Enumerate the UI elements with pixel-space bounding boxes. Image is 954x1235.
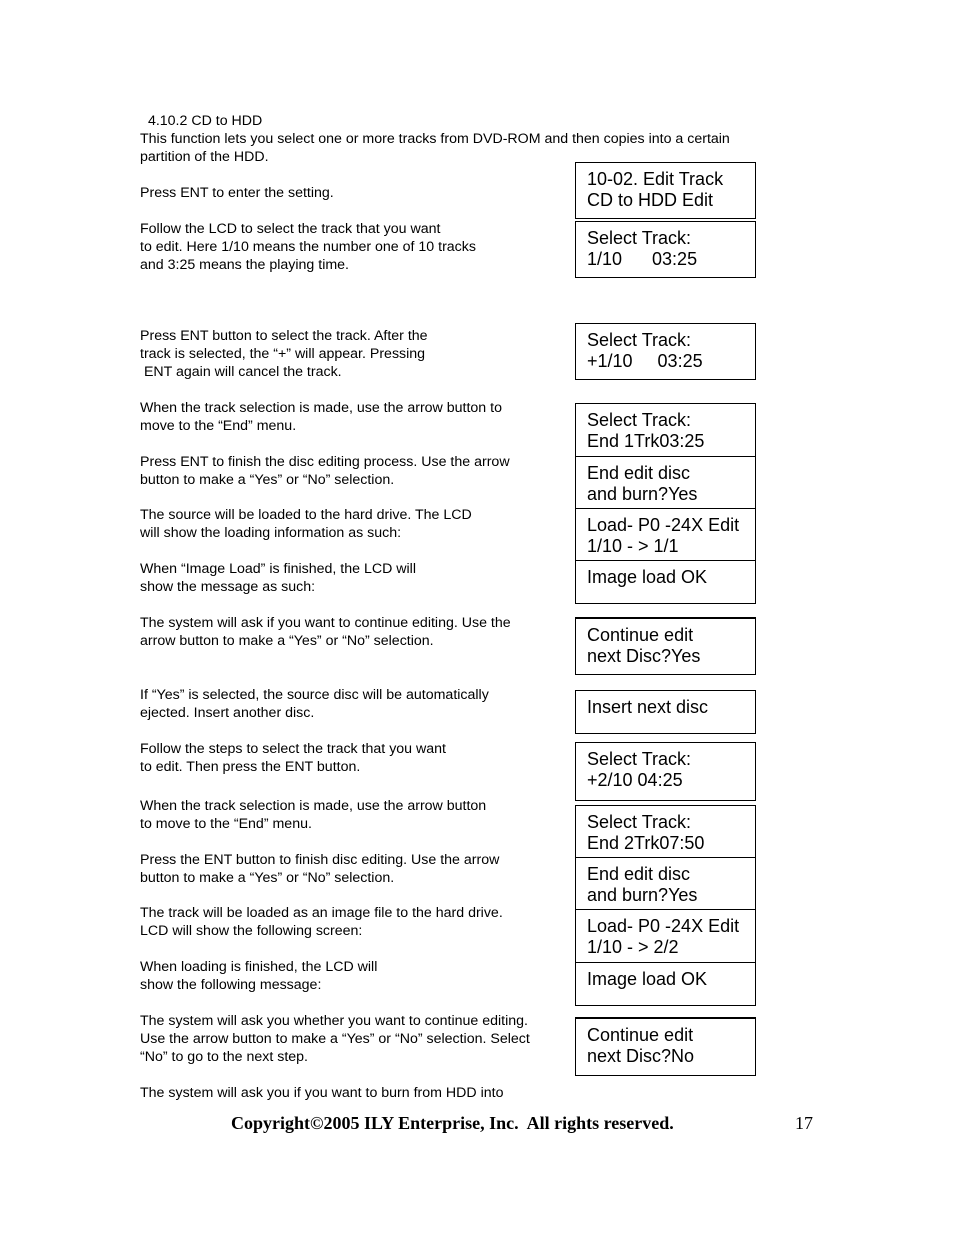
lcd-cell: 10-02. Edit Track CD to HDD Edit [587,169,724,210]
section-heading: 4.10.2 CD to HDD [144,113,263,129]
lcd-cell: Select Track: 1/10 03:25 [587,228,698,269]
lcd-cell: Select Track: End 1Trk03:25 [576,404,755,457]
instruction-paragraph: The system will ask if you want to conti… [140,615,511,649]
lcd-cell: Image load OK [587,567,708,587]
instruction-paragraph: The system will ask you whether you want… [140,1013,530,1065]
lcd-cell: Continue edit next Disc?No [587,1025,695,1066]
lcd-screen-track-selected-2: Select Track: +2/10 04:25 [575,742,756,801]
lcd-cell: Image load OK [587,969,708,989]
page-number: 17 [795,1113,813,1133]
lcd-screen-continue-no: Continue edit next Disc?No [575,1017,756,1076]
lcd-screen-edit-track: 10-02. Edit Track CD to HDD Edit [575,162,756,219]
instruction-paragraph: Follow the steps to select the track tha… [140,741,446,775]
section-intro: This function lets you select one or mor… [140,131,730,165]
lcd-cell: Continue edit next Disc?Yes [587,625,701,666]
instruction-paragraph: Press ENT to enter the setting. [140,185,334,201]
lcd-cell: Load- P0 -24X Edit 1/10 - > 2/2 [576,910,755,963]
lcd-screen-continue-yes: Continue edit next Disc?Yes [575,617,756,675]
instruction-paragraph: Press the ENT button to finish disc edit… [140,852,500,886]
instruction-paragraph: When loading is finished, the LCD will s… [140,959,378,993]
instruction-paragraph: If “Yes” is selected, the source disc wi… [140,687,489,721]
instruction-paragraph: When “Image Load” is finished, the LCD w… [140,561,416,595]
instruction-paragraph: Press ENT button to select the track. Af… [140,328,428,380]
lcd-screen-track-selected: Select Track: +1/10 03:25 [575,323,756,380]
lcd-screen-select-track: Select Track: 1/10 03:25 [575,221,756,278]
instruction-paragraph: The source will be loaded to the hard dr… [140,507,472,541]
lcd-cell: End edit disc and burn?Yes [576,858,755,910]
copyright-footer: Copyright©2005 ILY Enterprise, Inc. All … [231,1113,674,1133]
lcd-screen-group-1: Select Track: End 1Trk03:25 End edit dis… [575,403,756,604]
lcd-cell: Select Track: +1/10 03:25 [587,330,703,371]
instruction-paragraph: Press ENT to finish the disc editing pro… [140,454,510,488]
lcd-cell: Insert next disc [587,697,709,717]
instruction-paragraph: The track will be loaded as an image fil… [140,905,503,939]
instruction-paragraph: Follow the LCD to select the track that … [140,221,476,273]
instruction-paragraph: When the track selection is made, use th… [140,798,487,832]
lcd-screen-group-2: Select Track: End 2Trk07:50 End edit dis… [575,805,756,1006]
instruction-paragraph: The system will ask you if you want to b… [140,1085,504,1101]
lcd-screen-insert-next-disc: Insert next disc [575,690,756,734]
lcd-cell: Select Track: End 2Trk07:50 [576,806,755,858]
lcd-cell: Select Track: +2/10 04:25 [587,749,692,790]
lcd-cell: Load- P0 -24X Edit 1/10 - > 1/1 [576,509,755,561]
instruction-paragraph: When the track selection is made, use th… [140,400,502,434]
lcd-cell: End edit disc and burn?Yes [576,457,755,509]
